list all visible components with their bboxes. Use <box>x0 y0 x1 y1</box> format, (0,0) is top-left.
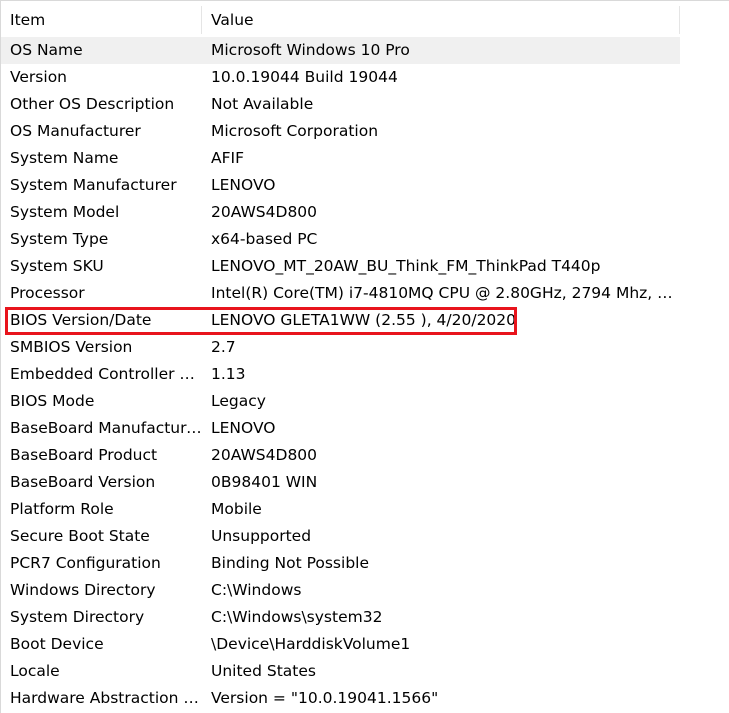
row-item-cell: Hardware Abstraction L... <box>10 689 202 707</box>
table-row[interactable]: PCR7 Configuration Binding Not Possible <box>1 550 729 577</box>
row-item-cell: System Manufacturer <box>10 176 177 194</box>
table-row[interactable]: OS Manufacturer Microsoft Corporation <box>1 118 729 145</box>
row-value-cell: Binding Not Possible <box>211 554 369 572</box>
row-item-cell: OS Manufacturer <box>10 122 141 140</box>
table-row[interactable]: BaseBoard Manufacturer LENOVO <box>1 415 729 442</box>
row-value-cell: 2.7 <box>211 338 236 356</box>
row-value-cell: United States <box>211 662 316 680</box>
table-row[interactable]: Locale United States <box>1 658 729 685</box>
column-header-row: Item Value <box>1 6 729 34</box>
row-item-cell: OS Name <box>1 37 202 64</box>
row-item-cell: BaseBoard Product <box>10 446 158 464</box>
table-row[interactable]: Other OS Description Not Available <box>1 91 729 118</box>
table-row[interactable]: BaseBoard Version 0B98401 WIN <box>1 469 729 496</box>
column-header-item[interactable]: Item <box>1 6 202 34</box>
row-value-cell: Microsoft Corporation <box>211 122 379 140</box>
row-value-cell: Not Available <box>211 95 314 113</box>
row-item-cell: System Model <box>10 203 120 221</box>
row-item-cell: Locale <box>10 662 60 680</box>
row-value-cell: LENOVO <box>211 176 276 194</box>
row-item-cell: System SKU <box>10 257 104 275</box>
row-item-cell: SMBIOS Version <box>10 338 133 356</box>
row-item-cell: Secure Boot State <box>10 527 150 545</box>
row-value-cell: Microsoft Windows 10 Pro <box>202 37 680 64</box>
row-value-cell: LENOVO GLETA1WW (2.55 ), 4/20/2020 <box>211 311 517 329</box>
row-item-cell: System Type <box>10 230 109 248</box>
row-value-cell: LENOVO <box>211 419 276 437</box>
row-item-cell: System Directory <box>10 608 145 626</box>
row-value-cell: C:\Windows\system32 <box>211 608 383 626</box>
table-row[interactable]: BaseBoard Product 20AWS4D800 <box>1 442 729 469</box>
table-row[interactable]: System Manufacturer LENOVO <box>1 172 729 199</box>
row-item-cell: PCR7 Configuration <box>10 554 161 572</box>
row-item-cell: BIOS Version/Date <box>10 311 152 329</box>
row-item-cell: Other OS Description <box>10 95 175 113</box>
system-summary-list[interactable]: Item Value OS Name Microsoft Windows 10 P… <box>0 0 729 713</box>
table-row[interactable]: Version 10.0.19044 Build 19044 <box>1 64 729 91</box>
row-value-cell: C:\Windows <box>211 581 302 599</box>
row-item-cell: BaseBoard Version <box>10 473 156 491</box>
column-header-value[interactable]: Value <box>202 6 680 34</box>
table-row[interactable]: Hardware Abstraction L... Version = "10.0… <box>1 685 729 712</box>
table-row[interactable]: OS Name Microsoft Windows 10 Pro <box>1 37 729 64</box>
row-item-cell: BIOS Mode <box>10 392 95 410</box>
table-row[interactable]: System Name AFIF <box>1 145 729 172</box>
table-row[interactable]: Processor Intel(R) Core(TM) i7-4810MQ CPU… <box>1 280 729 307</box>
row-item-cell: System Name <box>10 149 119 167</box>
table-row[interactable]: Secure Boot State Unsupported <box>1 523 729 550</box>
row-item-cell: Processor <box>10 284 85 302</box>
table-row[interactable]: SMBIOS Version 2.7 <box>1 334 729 361</box>
table-row[interactable]: Platform Role Mobile <box>1 496 729 523</box>
table-row[interactable]: BIOS Mode Legacy <box>1 388 729 415</box>
table-row[interactable]: Embedded Controller V... 1.13 <box>1 361 729 388</box>
row-value-cell: Mobile <box>211 500 262 518</box>
list-rows: OS Name Microsoft Windows 10 Pro Version 10… <box>1 37 729 712</box>
row-value-cell: 1.13 <box>211 365 246 383</box>
row-item-cell: Windows Directory <box>10 581 156 599</box>
column-header-filler <box>680 6 729 34</box>
table-row[interactable]: Windows Directory C:\Windows <box>1 577 729 604</box>
table-row[interactable]: System Directory C:\Windows\system32 <box>1 604 729 631</box>
table-row[interactable]: Boot Device \Device\HarddiskVolume1 <box>1 631 729 658</box>
row-value-cell: LENOVO_MT_20AW_BU_Think_FM_ThinkPad T440… <box>211 257 601 275</box>
row-value-cell: 20AWS4D800 <box>211 203 318 221</box>
row-item-cell: Boot Device <box>10 635 104 653</box>
row-value-cell: 0B98401 WIN <box>211 473 318 491</box>
row-value-cell: Legacy <box>211 392 266 410</box>
row-value-cell: \Device\HarddiskVolume1 <box>211 635 411 653</box>
row-value-cell: Version = "10.0.19041.1566" <box>211 689 439 707</box>
table-row[interactable]: BIOS Version/Date LENOVO GLETA1WW (2.55 )… <box>1 307 729 334</box>
row-item-cell: Platform Role <box>10 500 114 518</box>
table-row[interactable]: System SKU LENOVO_MT_20AW_BU_Think_FM_Thi… <box>1 253 729 280</box>
row-item-cell: Embedded Controller V... <box>10 365 202 383</box>
row-value-cell: AFIF <box>211 149 245 167</box>
row-item-cell: BaseBoard Manufacturer <box>10 419 202 437</box>
row-value-cell: 20AWS4D800 <box>211 446 318 464</box>
row-value-cell: x64-based PC <box>211 230 318 248</box>
row-value-cell: Unsupported <box>211 527 312 545</box>
table-row[interactable]: System Type x64-based PC <box>1 226 729 253</box>
row-value-cell: 10.0.19044 Build 19044 <box>211 68 398 86</box>
row-item-cell: Version <box>10 68 67 86</box>
row-value-cell: Intel(R) Core(TM) i7-4810MQ CPU @ 2.80GH… <box>211 284 680 302</box>
table-row[interactable]: System Model 20AWS4D800 <box>1 199 729 226</box>
